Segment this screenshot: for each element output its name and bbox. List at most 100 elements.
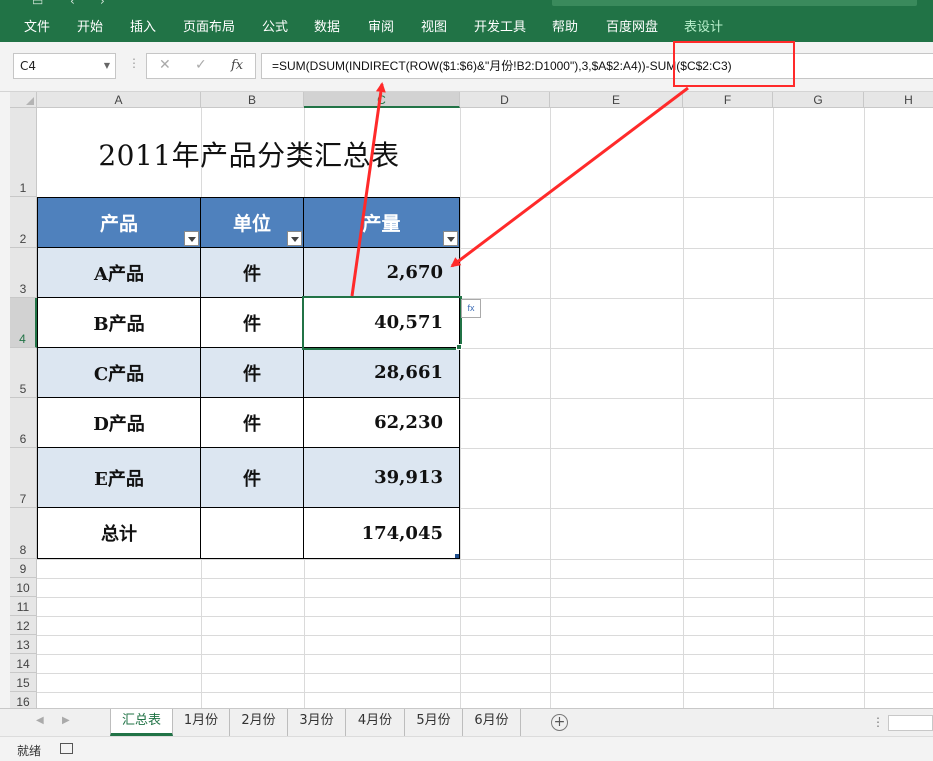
scroll-options-icon[interactable]: ⋮ — [872, 715, 884, 729]
cell-c6[interactable]: 62,230 — [304, 398, 460, 448]
column-header-g[interactable]: G — [773, 92, 864, 108]
filter-dropdown-icon[interactable] — [443, 231, 458, 246]
row-header-1[interactable]: 1 — [10, 108, 37, 197]
sheet-tab-mar[interactable]: 3月份 — [288, 709, 346, 736]
enter-icon[interactable]: ✓ — [195, 57, 207, 73]
header-label: 单位 — [232, 213, 271, 235]
tell-me-search[interactable] — [552, 0, 917, 6]
cell-b8[interactable] — [201, 508, 304, 559]
grid-left-margin — [0, 92, 10, 708]
sheet-title[interactable]: 2011年产品分类汇总表 — [38, 108, 460, 197]
tab-review[interactable]: 审阅 — [368, 16, 394, 35]
save-icon[interactable]: ▭ — [32, 0, 43, 8]
row-header-15[interactable]: 15 — [10, 673, 37, 692]
horizontal-scrollbar[interactable] — [888, 715, 933, 731]
column-header-h[interactable]: H — [864, 92, 933, 108]
sheet-prev-icon[interactable]: ◀ — [36, 715, 44, 726]
filter-dropdown-icon[interactable] — [184, 231, 199, 246]
column-header-a[interactable]: A — [37, 92, 201, 108]
cell-a6[interactable]: D产品 — [38, 398, 201, 448]
drag-handle-icon[interactable]: ⋮ — [128, 56, 140, 70]
row-header-4[interactable]: 4 — [10, 298, 37, 348]
flash-fill-icon[interactable]: fx — [461, 299, 481, 318]
header-quantity[interactable]: 产量 — [304, 198, 460, 248]
row-header-6[interactable]: 6 — [10, 398, 37, 448]
column-header-c[interactable]: C — [304, 92, 460, 108]
row-header-14[interactable]: 14 — [10, 654, 37, 673]
sheet-tab-may[interactable]: 5月份 — [405, 709, 463, 736]
chevron-down-icon[interactable]: ▼ — [104, 54, 110, 78]
fill-handle[interactable] — [456, 344, 462, 350]
sheet-tab-jun[interactable]: 6月份 — [463, 709, 521, 736]
macro-record-icon[interactable] — [60, 743, 73, 754]
row-number: 13 — [16, 638, 30, 652]
sheet-next-icon[interactable]: ▶ — [62, 715, 70, 726]
filter-dropdown-icon[interactable] — [287, 231, 302, 246]
function-icon[interactable]: fx — [231, 58, 243, 73]
row-header-10[interactable]: 10 — [10, 578, 37, 597]
cell-b3[interactable]: 件 — [201, 248, 304, 298]
cell-b4[interactable]: 件 — [201, 298, 304, 348]
cell-c7[interactable]: 39,913 — [304, 448, 460, 508]
cell-b5[interactable]: 件 — [201, 348, 304, 398]
tab-view[interactable]: 视图 — [421, 16, 447, 35]
cell-b7[interactable]: 件 — [201, 448, 304, 508]
cell-c5[interactable]: 28,661 — [304, 348, 460, 398]
tab-data[interactable]: 数据 — [314, 16, 340, 35]
add-sheet-icon[interactable]: + — [551, 714, 568, 731]
row-header-8[interactable]: 8 — [10, 508, 37, 559]
formula-input[interactable]: =SUM(DSUM(INDIRECT(ROW($1:$6)&"月份!B2:D10… — [261, 53, 933, 79]
row-header-16[interactable]: 16 — [10, 692, 37, 708]
cell-a3[interactable]: A产品 — [38, 248, 201, 298]
tab-help[interactable]: 帮助 — [552, 16, 578, 35]
cell-a8-total-label[interactable]: 总计 — [38, 508, 201, 559]
sheet-tab-apr[interactable]: 4月份 — [346, 709, 405, 736]
name-box[interactable]: C4 ▼ — [13, 53, 116, 79]
cell-c3[interactable]: 2,670 — [304, 248, 460, 298]
cancel-icon[interactable]: ✕ — [159, 57, 171, 73]
cell-a4[interactable]: B产品 — [38, 298, 201, 348]
sheet-tab-feb[interactable]: 2月份 — [230, 709, 288, 736]
row-header-12[interactable]: 12 — [10, 616, 37, 635]
undo-icon[interactable]: ‹ — [70, 0, 75, 8]
row-header-2[interactable]: 2 — [10, 197, 37, 248]
column-header-b[interactable]: B — [201, 92, 304, 108]
row-header-11[interactable]: 11 — [10, 597, 37, 616]
cell-c4[interactable]: 40,571 — [304, 298, 460, 348]
sheet-tab-summary[interactable]: 汇总表 — [110, 709, 173, 736]
tab-page-layout[interactable]: 页面布局 — [183, 16, 235, 35]
worksheet-grid[interactable]: A B C D E F G H 1 2 3 4 5 6 7 8 9 10 11 … — [0, 92, 933, 708]
row-header-7[interactable]: 7 — [10, 448, 37, 508]
cell-a5[interactable]: C产品 — [38, 348, 201, 398]
sheet-tab-jan[interactable]: 1月份 — [173, 709, 230, 736]
tab-table-design[interactable]: 表设计 — [684, 16, 723, 35]
tab-baidu-netdisk[interactable]: 百度网盘 — [606, 16, 658, 35]
row-header-13[interactable]: 13 — [10, 635, 37, 654]
row-header-5[interactable]: 5 — [10, 348, 37, 398]
cell-b6[interactable]: 件 — [201, 398, 304, 448]
tab-insert[interactable]: 插入 — [130, 16, 156, 35]
gridline — [773, 108, 774, 708]
tab-formulas[interactable]: 公式 — [262, 16, 288, 35]
gridline — [550, 108, 551, 708]
row-header-3[interactable]: 3 — [10, 248, 37, 298]
column-header-d[interactable]: D — [460, 92, 550, 108]
redo-icon[interactable]: › — [100, 0, 105, 8]
cell-a7[interactable]: E产品 — [38, 448, 201, 508]
header-product[interactable]: 产品 — [38, 198, 201, 248]
tab-file[interactable]: 文件 — [24, 16, 50, 35]
tab-home[interactable]: 开始 — [77, 16, 103, 35]
select-all-button[interactable] — [10, 92, 37, 108]
gridline — [683, 108, 684, 708]
header-unit[interactable]: 单位 — [201, 198, 304, 248]
cell-c8-total[interactable]: 174,045 — [304, 508, 460, 559]
quick-access-toolbar: ▭ ‹ › — [0, 0, 933, 8]
gridline — [37, 597, 933, 598]
gridline — [37, 559, 933, 560]
row-header-9[interactable]: 9 — [10, 559, 37, 578]
column-header-e[interactable]: E — [550, 92, 683, 108]
column-header-f[interactable]: F — [683, 92, 773, 108]
tab-developer[interactable]: 开发工具 — [474, 16, 526, 35]
table-resize-handle[interactable] — [455, 554, 459, 558]
sheet-tab-bar: ◀ ▶ 汇总表 1月份 2月份 3月份 4月份 5月份 6月份 + ⋮ — [0, 708, 933, 736]
